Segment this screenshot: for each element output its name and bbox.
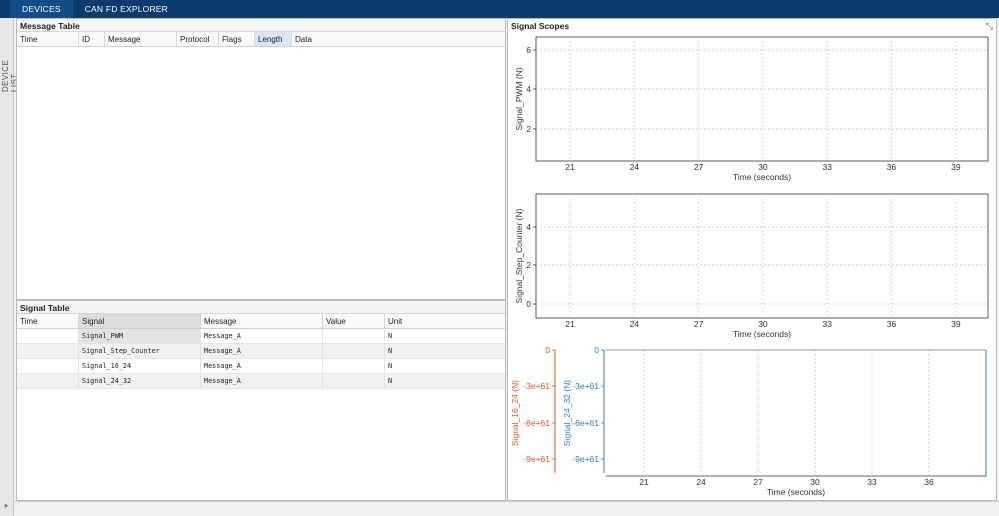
plot3-left-y-axis-label: Signal_16_24 (N) (510, 380, 520, 446)
cell-time (17, 329, 79, 343)
plot1-y-axis-label: Signal_PWM (N) (514, 67, 524, 130)
plot2-x-tick-label: 33 (822, 319, 832, 329)
table-row[interactable]: Signal_Step_Counter Message_A N (17, 344, 505, 359)
cell-value (323, 329, 385, 343)
column-header-message[interactable]: Message (201, 314, 323, 328)
column-header-id[interactable]: ID (79, 32, 105, 46)
signal-table-title: Signal Table (17, 301, 505, 314)
plot3-right-y-tick-label: -9e+61 (572, 454, 599, 464)
plot3-left-y-tick-label: -3e+61 (523, 381, 550, 391)
plot2-y-tick-label: 2 (526, 260, 531, 270)
cell-value (323, 374, 385, 388)
cell-signal: Signal_Step_Counter (79, 344, 201, 358)
plot3-axes-box (606, 350, 986, 476)
plot3-left-y-tick-label: -9e+61 (523, 454, 550, 464)
cell-signal: Signal_16_24 (79, 359, 201, 373)
message-table-header: Time ID Message Protocol Flags Length Da… (17, 32, 505, 47)
plot3-left-y-tick-label: 0 (545, 345, 550, 355)
cell-signal: Signal_24_32 (79, 374, 201, 388)
plot2-x-tick-label: 21 (565, 319, 575, 329)
plot2-x-axis-label: Time (seconds) (733, 329, 791, 339)
column-header-unit[interactable]: Unit (385, 314, 505, 328)
device-list-tab[interactable]: DEVICE LIST (1, 44, 19, 92)
plot3-x-tick-label: 27 (753, 477, 763, 487)
column-header-time[interactable]: Time (17, 314, 79, 328)
plot3-x-tick-label: 21 (639, 477, 649, 487)
plot2-x-tick-label: 36 (887, 319, 897, 329)
plot2-y-tick-label: 0 (526, 299, 531, 309)
cell-value (323, 344, 385, 358)
table-row[interactable]: Signal_24_32 Message_A N (17, 374, 505, 389)
plot1-x-tick-label: 24 (630, 162, 640, 172)
cell-unit: N (388, 362, 393, 370)
column-header-value[interactable]: Value (323, 314, 385, 328)
plot3-right-y-axis-label: Signal_24_32 (N) (562, 380, 572, 446)
message-table-title: Message Table (17, 19, 505, 32)
device-list-strip: DEVICE LIST ⯈ (0, 18, 19, 516)
plot1-x-tick-label: 36 (887, 162, 897, 172)
plot1-axes-box (535, 36, 989, 162)
plot3-right-y-tick-label: -6e+61 (572, 418, 599, 428)
cell-unit: N (388, 332, 393, 340)
column-header-flags[interactable]: Flags (219, 32, 255, 46)
signal-table-panel: Signal Table Time Signal Message Value U… (16, 300, 506, 501)
plot2-x-tick-label: 24 (630, 319, 640, 329)
column-header-protocol[interactable]: Protocol (177, 32, 219, 46)
expand-icon[interactable]: ⯈ (3, 502, 9, 512)
cell-message: Message_A (201, 374, 323, 388)
plot2-y-axis-label: Signal_Step_Counter (N) (514, 208, 524, 303)
cell-message: Message_A (201, 329, 323, 343)
plot1-x-axis-label: Time (seconds) (733, 172, 791, 182)
column-header-data[interactable]: Data (292, 32, 505, 46)
message-table-panel: Message Table Time ID Message Protocol F… (16, 18, 506, 300)
tab-can-fd-explorer[interactable]: CAN FD EXPLORER (73, 0, 180, 18)
top-toolstrip: DEVICES CAN FD EXPLORER (0, 0, 999, 18)
table-row[interactable]: Signal_16_24 Message_A N (17, 359, 505, 374)
cell-unit: N (388, 347, 393, 355)
plot1-y-tick-label: 2 (526, 124, 531, 134)
plot1-x-tick-label: 27 (694, 162, 704, 172)
plot3-x-tick-label: 30 (810, 477, 820, 487)
cell-unit: N (388, 377, 393, 385)
tab-devices[interactable]: DEVICES (10, 0, 73, 18)
cell-value (323, 359, 385, 373)
plot3-x-axis-label: Time (seconds) (767, 487, 825, 497)
message-table-body[interactable] (17, 47, 505, 299)
plot3-x-tick-label: 36 (924, 477, 934, 487)
plot3-x-tick-label: 33 (867, 477, 877, 487)
plot2-axes-box (535, 193, 989, 319)
cell-signal: Signal_PWM (79, 329, 201, 343)
column-header-time[interactable]: Time (17, 32, 79, 46)
table-row[interactable]: Signal_PWM Message_A N (17, 329, 505, 344)
plot2-x-tick-label: 39 (951, 319, 961, 329)
plot3-left-y-tick-label: -6e+61 (523, 418, 550, 428)
plot1-x-tick-label: 33 (822, 162, 832, 172)
scopes-canvas[interactable]: 21 24 27 30 33 36 39246Time (seconds)Signal_PW… (508, 19, 996, 500)
status-bar (14, 501, 999, 516)
plot3-x-tick-label: 24 (696, 477, 706, 487)
column-header-signal[interactable]: Signal (79, 314, 201, 328)
plot1-x-tick-label: 21 (565, 162, 575, 172)
plot1-x-tick-label: 30 (758, 162, 768, 172)
cell-message: Message_A (201, 344, 323, 358)
cell-message: Message_A (201, 359, 323, 373)
column-header-message[interactable]: Message (105, 32, 177, 46)
plot3-right-y-tick-label: 0 (594, 345, 599, 355)
plot2-y-tick-label: 4 (526, 222, 531, 232)
plot1-y-tick-label: 4 (526, 84, 531, 94)
cell-time (17, 374, 79, 388)
plot1-x-tick-label: 39 (951, 162, 961, 172)
plot1-y-tick-label: 6 (526, 45, 531, 55)
plot2-x-tick-label: 27 (694, 319, 704, 329)
cell-time (17, 344, 79, 358)
signal-table-header: Time Signal Message Value Unit (17, 314, 505, 329)
plot2-x-tick-label: 30 (758, 319, 768, 329)
plot3-right-y-tick-label: -3e+61 (572, 381, 599, 391)
cell-time (17, 359, 79, 373)
signal-scopes-panel: Signal Scopes ⤡ 21 24 27 30 33 36 39 2 4 6 Time (s… (507, 18, 997, 501)
column-header-length[interactable]: Length (255, 32, 292, 46)
